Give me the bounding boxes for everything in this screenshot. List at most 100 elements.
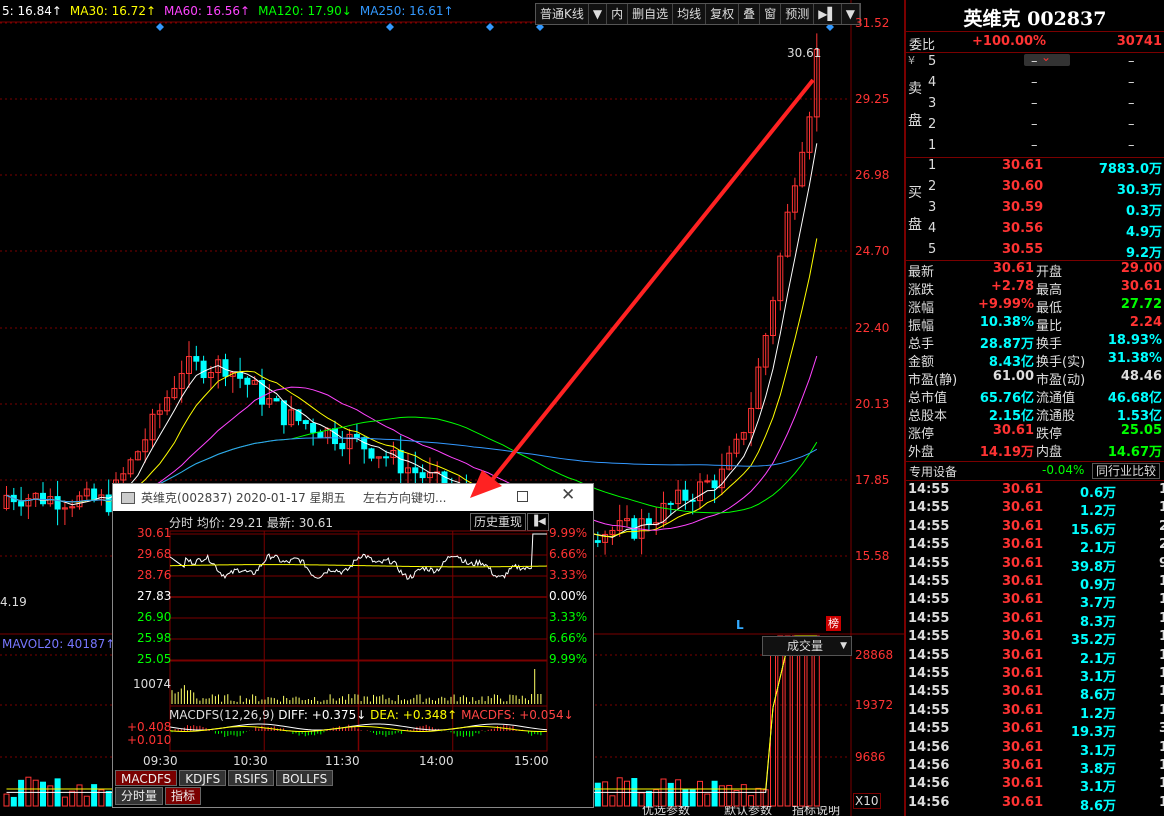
popup-price-tick: 27.83 xyxy=(137,589,172,603)
tick-row[interactable]: 14:55 30.61 2.1万 1 xyxy=(906,647,1164,667)
stat-row: 总手 28.87万 换手 18.93% xyxy=(906,333,1164,352)
event-marker-icon[interactable] xyxy=(386,23,394,31)
tick-count: 1 xyxy=(1158,574,1164,589)
macd-macdfs: MACDFS: +0.054↓ xyxy=(461,708,574,722)
buy-volume: 7883.0万 xyxy=(1098,162,1162,177)
buy-row: 5 30.55 9.2万 xyxy=(906,242,1164,261)
stat-value: 30.61 xyxy=(1120,279,1162,294)
event-marker-icon[interactable] xyxy=(156,23,164,31)
tick-count: 1 xyxy=(1158,610,1164,626)
stat-label: 振幅 xyxy=(908,319,935,334)
volume-bar xyxy=(806,635,813,807)
indicator-tab[interactable]: BOLLFS xyxy=(276,770,334,786)
stat-row: 市盈(静) 61.00 市盈(动) 48.46 xyxy=(906,369,1164,388)
tick-row[interactable]: 14:56 30.61 8.6万 1 xyxy=(906,794,1164,814)
toolbar-item-6[interactable]: 叠 xyxy=(739,4,761,24)
toolbar-item-8[interactable]: 预测 xyxy=(781,4,815,24)
toolbar-item-7[interactable]: 窗 xyxy=(760,4,782,24)
buy-row: 2 30.60 30.3万 xyxy=(906,179,1164,198)
bang-badge[interactable]: 榜 xyxy=(826,616,841,631)
event-marker-icon[interactable] xyxy=(486,23,494,31)
maximize-button[interactable] xyxy=(517,491,528,502)
popup-time-tick: 14:00 xyxy=(419,754,454,768)
tick-count: 1 xyxy=(1158,794,1164,810)
tick-row[interactable]: 14:55 30.61 35.2万 1 xyxy=(906,629,1164,648)
tick-price: 30.61 xyxy=(1002,684,1044,700)
tick-price: 30.61 xyxy=(1002,610,1044,626)
toolbar-item-2[interactable]: 内 xyxy=(607,4,629,24)
tick-count: 2 xyxy=(1158,518,1164,534)
volume-bar xyxy=(69,790,76,807)
tick-row[interactable]: 14:55 30.61 3.7万 1 xyxy=(906,592,1164,611)
volume-bar xyxy=(711,780,718,807)
tick-price: 30.61 xyxy=(1002,537,1044,553)
tick-row[interactable]: 14:55 30.61 3.1万 1 xyxy=(906,666,1164,685)
stat-label: 涨幅 xyxy=(908,301,935,316)
volume-bar xyxy=(25,776,32,807)
volume-tick: 19372 xyxy=(855,698,894,712)
toolbar-item-3[interactable]: 删自选 xyxy=(628,4,674,24)
toolbar-item-5[interactable]: 复权 xyxy=(706,4,740,24)
weibi-pct: +100.00% xyxy=(972,34,1047,49)
tick-row[interactable]: 14:55 30.61 19.3万 3 xyxy=(906,721,1164,740)
peer-compare-button[interactable]: 同行业比较 xyxy=(1092,463,1161,479)
low-price-label: 4.19 xyxy=(0,595,27,609)
toolbar-item-4[interactable]: 均线 xyxy=(673,4,707,24)
tick-row[interactable]: 14:56 30.61 3.8万 1 xyxy=(906,758,1164,777)
tick-volume: 3.8万 xyxy=(1079,762,1116,777)
tick-row[interactable]: 14:56 30.61 3.1万 1 xyxy=(906,776,1164,795)
popup-bottom-tab[interactable]: 分时量 xyxy=(115,787,164,805)
tick-row[interactable]: 14:55 30.61 0.9万 1 xyxy=(906,574,1164,593)
tick-row[interactable]: 14:55 30.61 1.2万 1 xyxy=(906,703,1164,722)
buy-row: 3 30.59 0.3万 xyxy=(906,200,1164,219)
tick-row[interactable]: 14:55 30.61 2.1万 2 xyxy=(906,537,1164,556)
volume-bar xyxy=(32,779,39,807)
tick-row[interactable]: 14:55 30.61 39.8万 9 xyxy=(906,556,1164,575)
tick-time: 14:56 xyxy=(908,758,950,773)
stat-value: 48.46 xyxy=(1120,369,1162,384)
toolbar-item-9[interactable]: ▶▌ xyxy=(814,4,842,24)
tick-price: 30.61 xyxy=(1002,776,1044,792)
bottom-strip-item[interactable]: 默认参数 xyxy=(724,806,772,816)
sector-label[interactable]: 专用设备 xyxy=(909,463,957,480)
tick-count: 1 xyxy=(1158,647,1164,663)
quote-panel: 英维克 002837 委比 +100.00% 30741 ¥ ⌄ 卖 盘 5– –… xyxy=(904,0,1164,816)
intraday-popup: 英维克(002837) 2020-01-17 星期五 左右方向键切... ✕ 分… xyxy=(112,483,594,808)
tick-row[interactable]: 14:56 30.61 3.1万 1 xyxy=(906,740,1164,759)
moving-average-line xyxy=(6,143,818,538)
candle-body xyxy=(332,428,338,445)
price-tick: 29.25 xyxy=(855,92,890,106)
indicator-tab[interactable]: KDJFS xyxy=(179,770,227,786)
volume-type-dropdown[interactable]: 成交量 ▼ xyxy=(762,636,852,656)
stat-label: 总股本 xyxy=(908,409,948,424)
close-icon: ✕ xyxy=(561,485,576,505)
candle-body xyxy=(419,472,426,479)
intraday-chart[interactable] xyxy=(113,511,593,771)
macd-axis-low: +0.010 xyxy=(127,733,172,747)
toolbar-item-1[interactable]: ▼ xyxy=(589,4,608,24)
tick-row[interactable]: 14:55 30.61 0.6万 1 xyxy=(906,482,1164,501)
popup-title: 英维克(002837) 2020-01-17 星期五 xyxy=(141,491,346,505)
indicator-tab[interactable]: MACDFS xyxy=(115,770,178,786)
popup-bottom-tab[interactable]: 指标 xyxy=(165,787,202,805)
tick-row[interactable]: 14:55 30.61 1.2万 1 xyxy=(906,500,1164,519)
tick-row[interactable]: 14:55 30.61 15.6万 2 xyxy=(906,518,1164,538)
volume-bar xyxy=(105,790,112,807)
volume-bar xyxy=(667,782,674,807)
indicator-tab[interactable]: RSIFS xyxy=(228,770,275,786)
popup-time-tick: 09:30 xyxy=(143,754,178,768)
candle-body xyxy=(339,443,346,450)
candle-body xyxy=(91,488,98,501)
bottom-strip-item[interactable]: 指标说明 xyxy=(792,806,840,816)
tick-row[interactable]: 14:55 30.61 8.6万 1 xyxy=(906,684,1164,703)
sell-row: 5 – – xyxy=(906,54,1164,72)
sell-price: – xyxy=(1031,75,1038,90)
bottom-strip-item[interactable]: 优选参数 xyxy=(642,806,690,816)
buy-row: 4 30.56 4.9万 xyxy=(906,221,1164,240)
close-button[interactable]: ✕ xyxy=(561,485,575,505)
popup-titlebar[interactable]: 英维克(002837) 2020-01-17 星期五 左右方向键切... ✕ xyxy=(113,484,593,511)
tick-row[interactable]: 14:55 30.61 8.3万 1 xyxy=(906,610,1164,630)
popup-pct-tick: 0.00% xyxy=(549,589,588,603)
tick-time: 14:55 xyxy=(908,500,950,516)
toolbar-item-0[interactable]: 普通K线 xyxy=(536,4,589,24)
